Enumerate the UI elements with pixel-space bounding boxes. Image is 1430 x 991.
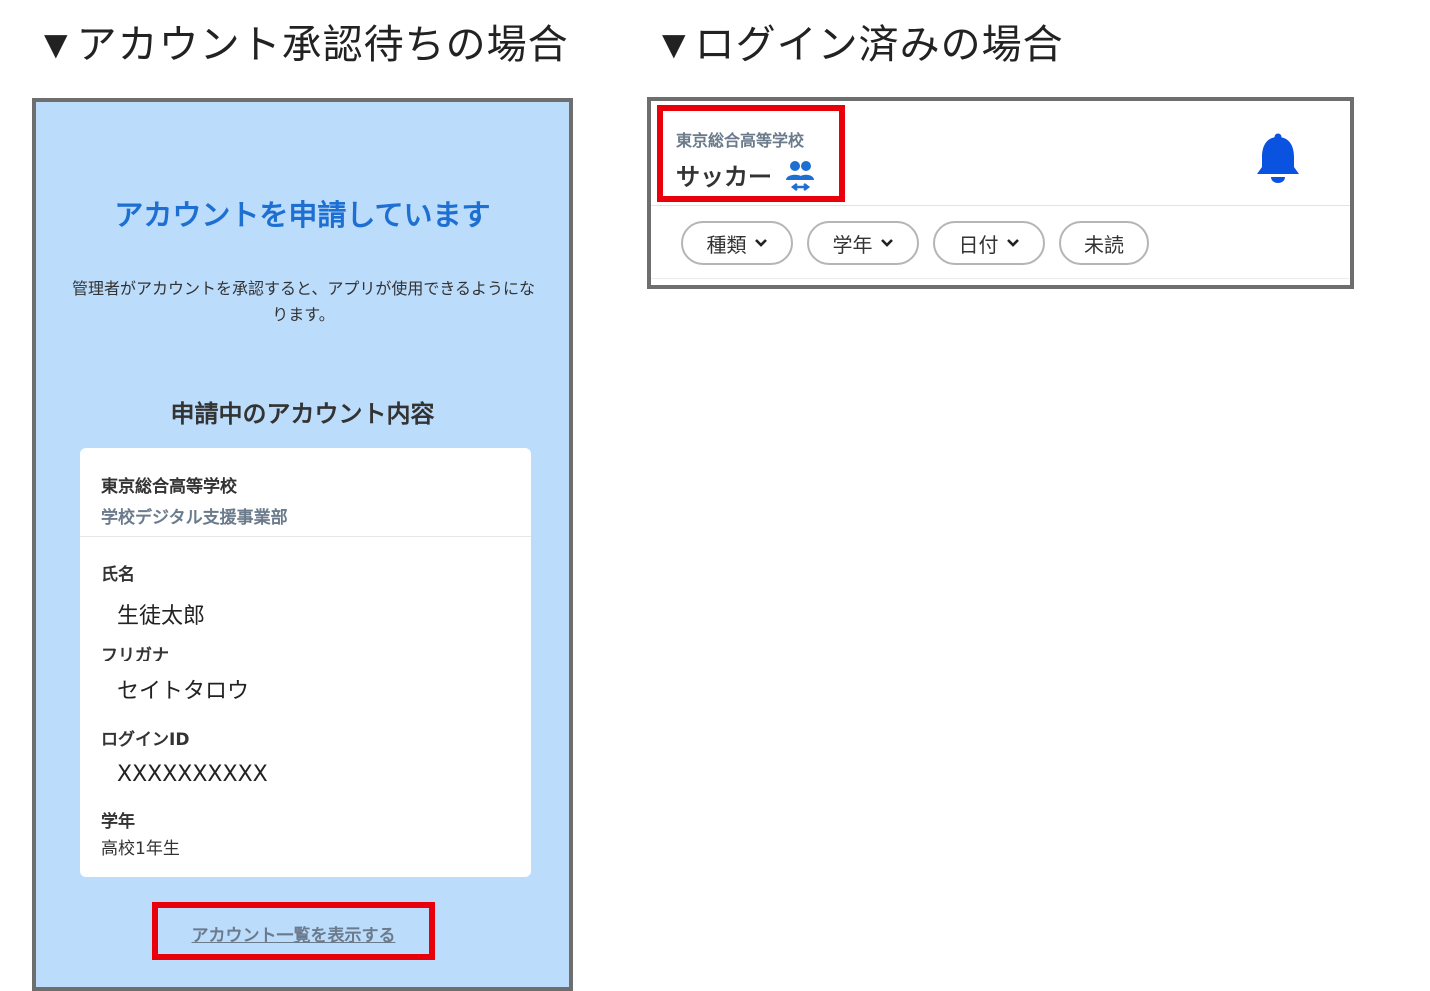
filter-unread-label: 未読 bbox=[1084, 232, 1124, 257]
filter-unread[interactable]: 未読 bbox=[1059, 221, 1149, 265]
pending-description: 管理者がアカウントを承認すると、アプリが使用できるようになります。 bbox=[71, 279, 536, 324]
field-label-login-id: ログインID bbox=[101, 730, 190, 750]
card-school: 東京総合高等学校 bbox=[101, 477, 237, 497]
chevron-down-icon bbox=[880, 239, 893, 247]
pending-title: アカウントを申請しています bbox=[114, 198, 491, 232]
field-value-login-id: XXXXXXXXXX bbox=[117, 762, 268, 787]
card-divider bbox=[80, 536, 531, 537]
logged-in-header: 東京総合高等学校 サッカー 種類 学年 日付 未読 bbox=[647, 97, 1354, 289]
chevron-down-icon bbox=[1006, 239, 1019, 247]
filter-grade-label: 学年 bbox=[832, 232, 873, 257]
filter-type-label: 種類 bbox=[706, 232, 747, 257]
header-team-name[interactable]: サッカー bbox=[676, 157, 772, 192]
heading-logged-in: ▼ログイン済みの場合 bbox=[654, 22, 1064, 68]
pending-approval-screen: アカウントを申請しています 管理者がアカウントを承認すると、アプリが使用できるよ… bbox=[32, 98, 573, 991]
field-label-name: 氏名 bbox=[101, 565, 135, 585]
section-title: 申請中のアカウント内容 bbox=[170, 400, 435, 428]
header-divider bbox=[651, 205, 1350, 206]
filter-type[interactable]: 種類 bbox=[681, 221, 793, 265]
field-label-grade: 学年 bbox=[101, 812, 135, 832]
header-bottom-line bbox=[651, 278, 1350, 279]
team-highlight: 東京総合高等学校 サッカー bbox=[657, 105, 845, 202]
chevron-down-icon bbox=[754, 239, 767, 247]
header-school: 東京総合高等学校 bbox=[676, 131, 805, 150]
card-department: 学校デジタル支援事業部 bbox=[101, 508, 288, 528]
field-value-name: 生徒太郎 bbox=[117, 604, 206, 629]
field-label-furigana: フリガナ bbox=[101, 646, 169, 661]
account-list-link[interactable]: アカウント一覧を表示する bbox=[192, 921, 396, 946]
team-switch-icon[interactable] bbox=[785, 158, 815, 192]
filter-date-label: 日付 bbox=[958, 232, 999, 257]
field-value-furigana: セイトタロウ bbox=[117, 679, 250, 704]
account-details-card: 東京総合高等学校 学校デジタル支援事業部 氏名 生徒太郎 フリガナ セイトタロウ… bbox=[80, 448, 531, 877]
filter-grade[interactable]: 学年 bbox=[807, 221, 919, 265]
heading-pending: ▼アカウント承認待ちの場合 bbox=[36, 22, 569, 68]
field-value-grade: 高校1年生 bbox=[101, 839, 180, 859]
filter-date[interactable]: 日付 bbox=[933, 221, 1045, 265]
bell-icon[interactable] bbox=[1255, 133, 1301, 185]
account-list-highlight: アカウント一覧を表示する bbox=[152, 902, 435, 960]
